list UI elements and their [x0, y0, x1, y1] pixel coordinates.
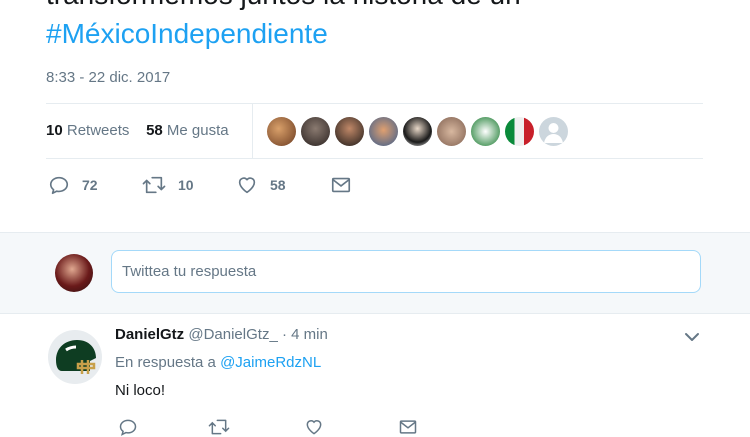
hashtag-link[interactable]: #MéxicoIndependiente: [46, 17, 328, 51]
likes-label: Me gusta: [166, 122, 229, 139]
user-avatar: [55, 254, 93, 292]
retweets-label: Retweets: [66, 122, 130, 139]
chevron-down-icon[interactable]: [684, 330, 700, 348]
tweet-text: transformemos juntos la historia de un: [46, 0, 521, 12]
retweet-count: 10: [178, 177, 194, 193]
liker-avatar[interactable]: [267, 117, 296, 146]
in-reply-to: En respuesta a @JaimeRdzNL: [115, 354, 321, 371]
reply-author-avatar[interactable]: [48, 330, 102, 384]
heart-icon[interactable]: [304, 417, 324, 437]
retweet-icon[interactable]: [208, 417, 230, 437]
reply-icon[interactable]: [118, 417, 138, 437]
heart-icon: [238, 177, 256, 194]
reply-action[interactable]: 72: [48, 174, 98, 196]
reply-input-placeholder: Twittea tu respuesta: [122, 263, 257, 280]
liker-avatar[interactable]: [301, 117, 330, 146]
likes-stat[interactable]: 58 Me gusta: [146, 122, 229, 139]
message-action[interactable]: [330, 174, 352, 196]
retweet-action[interactable]: 10: [142, 174, 194, 196]
in-reply-label: En respuesta a: [115, 354, 216, 371]
envelope-icon[interactable]: [398, 417, 418, 437]
tweet-stats: 10 Retweets 58 Me gusta: [46, 122, 229, 139]
divider: [46, 158, 703, 159]
reply-text: Ni loco!: [115, 382, 166, 399]
liker-avatar[interactable]: [437, 117, 466, 146]
retweet-icon: [142, 176, 166, 194]
reply-icon: [49, 176, 69, 195]
in-reply-mention[interactable]: @JaimeRdzNL: [220, 354, 321, 371]
likes-count: 58: [146, 122, 163, 139]
reply-author-name: DanielGtz: [115, 326, 185, 343]
liker-avatar[interactable]: [505, 117, 534, 146]
retweets-stat[interactable]: 10 Retweets: [46, 122, 129, 139]
reply-author-handle: @DanielGtz_: [188, 326, 278, 343]
tweet-timestamp[interactable]: 8:33 - 22 dic. 2017: [46, 69, 170, 86]
reply-time[interactable]: · 4 min: [282, 326, 328, 343]
like-action[interactable]: 58: [236, 174, 286, 196]
stats-separator: [252, 104, 253, 158]
envelope-icon: [331, 177, 351, 193]
reply-input[interactable]: Twittea tu respuesta: [111, 250, 701, 293]
liker-avatar[interactable]: [403, 117, 432, 146]
liker-avatar[interactable]: [369, 117, 398, 146]
reply-count: 72: [82, 177, 98, 193]
retweets-count: 10: [46, 122, 63, 139]
liker-avatar[interactable]: [471, 117, 500, 146]
liker-avatar[interactable]: [539, 117, 568, 146]
reply-compose-bar: Twittea tu respuesta: [0, 232, 750, 314]
like-count: 58: [270, 177, 286, 193]
divider: [46, 103, 703, 104]
liker-avatar[interactable]: [335, 117, 364, 146]
reply-author[interactable]: DanielGtz @DanielGtz_ · 4 min: [115, 326, 328, 343]
